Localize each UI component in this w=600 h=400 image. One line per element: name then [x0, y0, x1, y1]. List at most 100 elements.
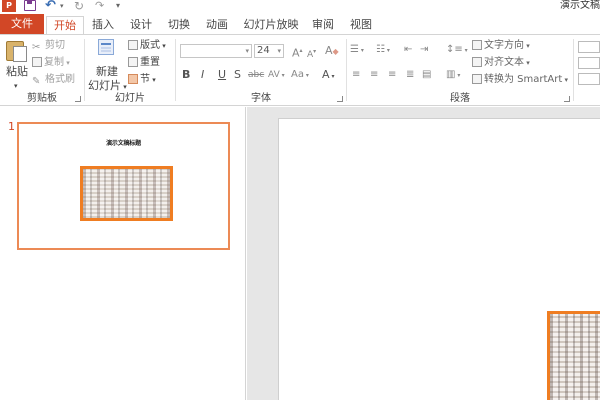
layout-button[interactable]: 版式 ▾: [128, 39, 166, 53]
italic-button[interactable]: I: [201, 68, 204, 82]
tab-transitions[interactable]: 切换: [162, 16, 196, 34]
eraser-icon: ◆: [332, 47, 339, 56]
new-slide-dropdown-icon: ▾: [121, 83, 127, 91]
font-size-combo[interactable]: 24 ▾: [254, 44, 284, 58]
tab-file[interactable]: 文件: [0, 14, 44, 34]
scissors-icon: ✂: [32, 42, 41, 53]
shapes-gallery-row3[interactable]: [578, 73, 600, 85]
distribute-icon: ▤: [422, 69, 432, 80]
paragraph-launcher-icon[interactable]: [564, 96, 570, 102]
cut-button[interactable]: ✂ 剪切: [32, 39, 65, 53]
bullets-button[interactable]: ☰ ▾: [350, 43, 364, 58]
tab-review[interactable]: 审阅: [306, 16, 340, 34]
numbering-button[interactable]: ☷ ▾: [376, 43, 390, 58]
repeat-icon[interactable]: ↷: [95, 0, 104, 12]
smartart-dropdown-icon: ▾: [562, 76, 569, 84]
new-slide-button[interactable]: 新建: [96, 65, 118, 79]
distribute-button[interactable]: ▤: [422, 68, 431, 82]
tab-home[interactable]: 开始: [46, 16, 84, 35]
redo-icon[interactable]: ↻: [74, 0, 84, 12]
tab-design[interactable]: 设计: [124, 16, 158, 34]
layout-dropdown-icon: ▾: [160, 42, 166, 50]
align-left-icon: ≡: [352, 69, 361, 80]
underline-button[interactable]: U: [218, 68, 226, 82]
customize-qa-icon[interactable]: ▾: [116, 0, 120, 12]
increase-indent-button[interactable]: ⇥: [420, 43, 428, 57]
copy-dropdown-icon: ▾: [64, 59, 70, 67]
font-color-button[interactable]: A ▾: [322, 68, 334, 84]
reset-button[interactable]: 重置: [128, 56, 160, 70]
copy-button[interactable]: 复制 ▾: [32, 56, 70, 70]
shrink-font-button[interactable]: A▾: [307, 45, 316, 62]
section-dropdown-icon: ▾: [150, 76, 156, 84]
align-left-button[interactable]: ≡: [352, 68, 360, 82]
grow-caret-icon: ▴: [299, 47, 303, 54]
shrink-caret-icon: ▾: [313, 48, 317, 55]
clipboard-launcher-icon[interactable]: [75, 96, 81, 102]
new-slide-icon[interactable]: [98, 39, 114, 55]
quick-access-toolbar: P ↶ ▾ ↻ ↷ ▾ 演示文稿: [0, 0, 600, 14]
font-launcher-icon[interactable]: [337, 96, 343, 102]
tab-animations[interactable]: 动画: [200, 16, 234, 34]
align-right-icon: ≡: [388, 69, 397, 80]
reset-icon: [128, 57, 138, 67]
copy-icon: [32, 57, 42, 67]
strikethrough-button[interactable]: abc: [248, 68, 264, 82]
font-name-dropdown-icon: ▾: [245, 47, 249, 55]
align-center-button[interactable]: ≡: [370, 68, 378, 82]
section-button[interactable]: 节 ▾: [128, 73, 156, 87]
font-size-dropdown-icon: ▾: [277, 47, 281, 55]
shapes-gallery-row2[interactable]: [578, 57, 600, 69]
numbering-dropdown-icon: ▾: [384, 47, 390, 54]
decrease-indent-icon: ⇤: [404, 44, 413, 55]
paste-icon[interactable]: [6, 41, 27, 62]
slide-canvas[interactable]: [278, 118, 600, 400]
char-spacing-button[interactable]: AV ▾: [268, 68, 285, 83]
shadow-button[interactable]: S: [234, 68, 241, 82]
font-name-combo[interactable]: ▾: [180, 44, 252, 58]
align-center-icon: ≡: [370, 69, 379, 80]
spacing-dropdown-icon: ▾: [279, 72, 285, 79]
undo-dropdown-icon[interactable]: ▾: [60, 0, 64, 12]
thumbnail-title: 演示文稿标题: [106, 140, 141, 147]
slide-thumbnail-pane[interactable]: 1 演示文稿标题: [0, 107, 246, 400]
smartart-icon: [472, 74, 482, 84]
clipboard-group: 粘贴 ▾ ✂ 剪切 复制 ▾ ✎ 格式刷 剪贴板: [0, 35, 84, 105]
change-case-button[interactable]: Aa ▾: [291, 68, 309, 83]
text-direction-button[interactable]: 文字方向 ▾: [472, 39, 530, 53]
bold-button[interactable]: B: [182, 68, 190, 82]
slide-editing-area[interactable]: [247, 107, 600, 400]
clear-format-button[interactable]: A◆: [325, 44, 339, 59]
group-divider: [573, 39, 574, 101]
layout-icon: [128, 40, 138, 50]
slide-picture[interactable]: [547, 311, 600, 400]
paste-button[interactable]: 粘贴: [6, 65, 28, 79]
justify-button[interactable]: ≣: [406, 68, 414, 82]
grow-font-button[interactable]: A▴: [292, 44, 303, 61]
increase-indent-icon: ⇥: [420, 44, 429, 55]
columns-dropdown-icon: ▾: [455, 72, 461, 79]
bullets-icon: ☰: [350, 44, 359, 55]
font-group-label: 字体: [251, 93, 271, 104]
undo-icon[interactable]: ↶: [45, 0, 56, 12]
columns-button[interactable]: ▥ ▾: [446, 68, 460, 83]
shapes-gallery[interactable]: [578, 41, 600, 53]
align-text-icon: [472, 57, 482, 67]
tab-view[interactable]: 视图: [344, 16, 378, 34]
save-icon[interactable]: [24, 0, 36, 11]
line-spacing-icon: ↕≡: [446, 44, 463, 55]
slide-thumbnail[interactable]: 演示文稿标题: [17, 122, 230, 250]
format-painter-button[interactable]: ✎ 格式刷: [32, 73, 75, 87]
numbering-icon: ☷: [376, 44, 385, 55]
align-text-dropdown-icon: ▾: [524, 59, 530, 67]
align-text-button[interactable]: 对齐文本 ▾: [472, 56, 530, 70]
decrease-indent-button[interactable]: ⇤: [404, 43, 412, 57]
text-direction-icon: [472, 40, 482, 50]
tab-insert[interactable]: 插入: [86, 16, 120, 34]
powerpoint-icon[interactable]: P: [2, 0, 16, 12]
new-slide-label[interactable]: 幻灯片 ▾: [88, 79, 127, 94]
convert-smartart-button[interactable]: 转换为 SmartArt ▾: [472, 73, 568, 87]
align-right-button[interactable]: ≡: [388, 68, 396, 82]
line-spacing-button[interactable]: ↕≡ ▾: [446, 43, 468, 58]
tab-slideshow[interactable]: 幻灯片放映: [240, 16, 302, 34]
